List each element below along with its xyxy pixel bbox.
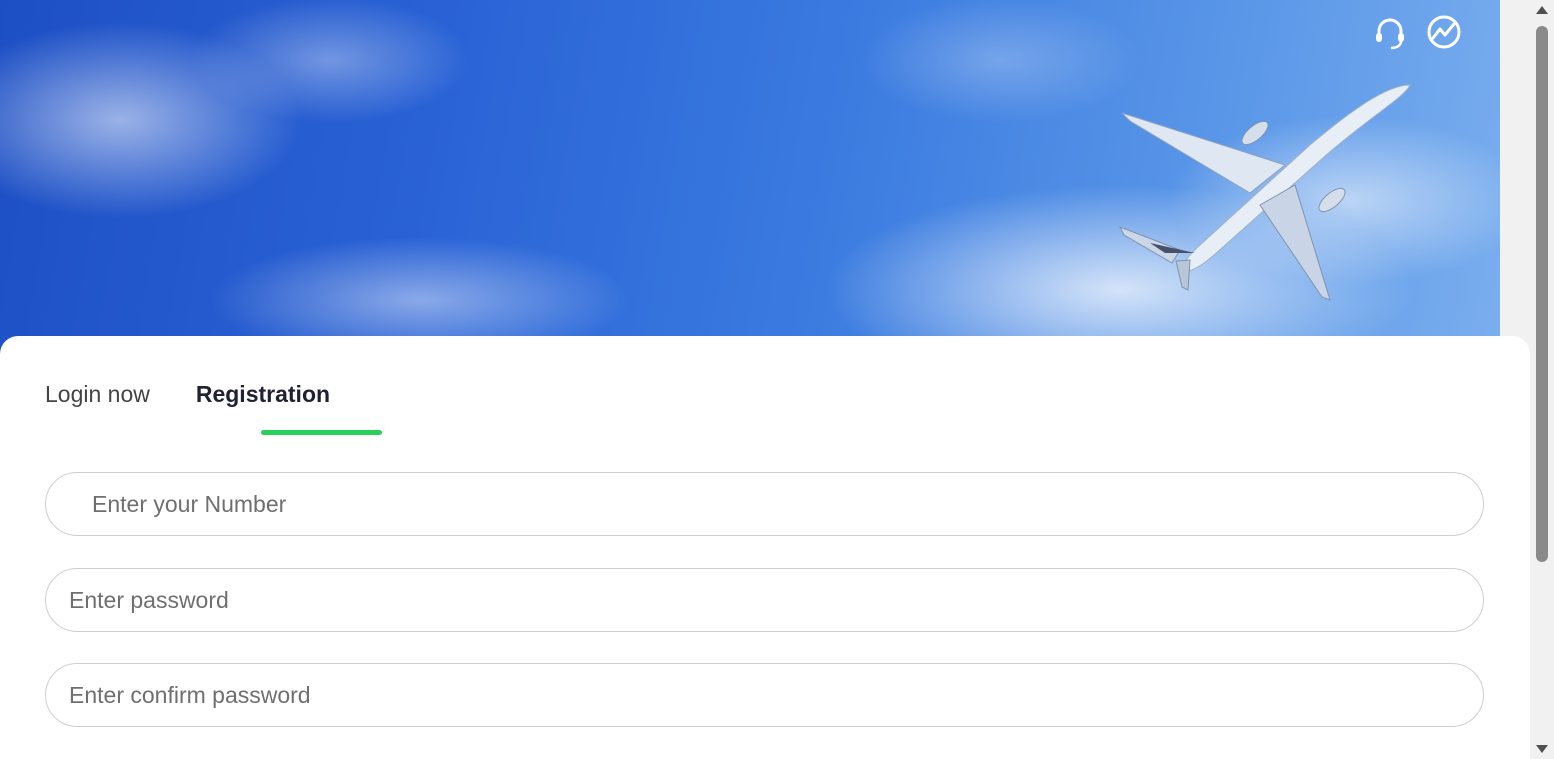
password-field <box>45 568 1484 632</box>
scroll-down-arrow-icon[interactable] <box>1536 745 1548 753</box>
confirm-password-input[interactable] <box>46 664 1483 726</box>
registration-page: Login now Registration <box>0 0 1554 759</box>
password-input[interactable] <box>46 569 1483 631</box>
tab-registration[interactable]: Registration <box>196 381 330 408</box>
auth-tabs: Login now Registration <box>45 381 330 408</box>
top-icons <box>1372 14 1462 50</box>
trend-chart-icon[interactable] <box>1426 14 1462 50</box>
airplane-image <box>1118 84 1411 301</box>
tab-login-now[interactable]: Login now <box>45 381 150 408</box>
number-field <box>45 472 1484 536</box>
auth-card: Login now Registration <box>0 336 1530 759</box>
page-scrollbar[interactable] <box>1530 0 1554 759</box>
scroll-thumb[interactable] <box>1536 26 1548 562</box>
headset-icon[interactable] <box>1372 14 1408 50</box>
hero-banner <box>0 0 1500 360</box>
scroll-up-arrow-icon[interactable] <box>1536 6 1548 14</box>
confirm-password-field <box>45 663 1484 727</box>
number-input[interactable] <box>46 473 1483 535</box>
active-tab-indicator <box>261 430 382 435</box>
